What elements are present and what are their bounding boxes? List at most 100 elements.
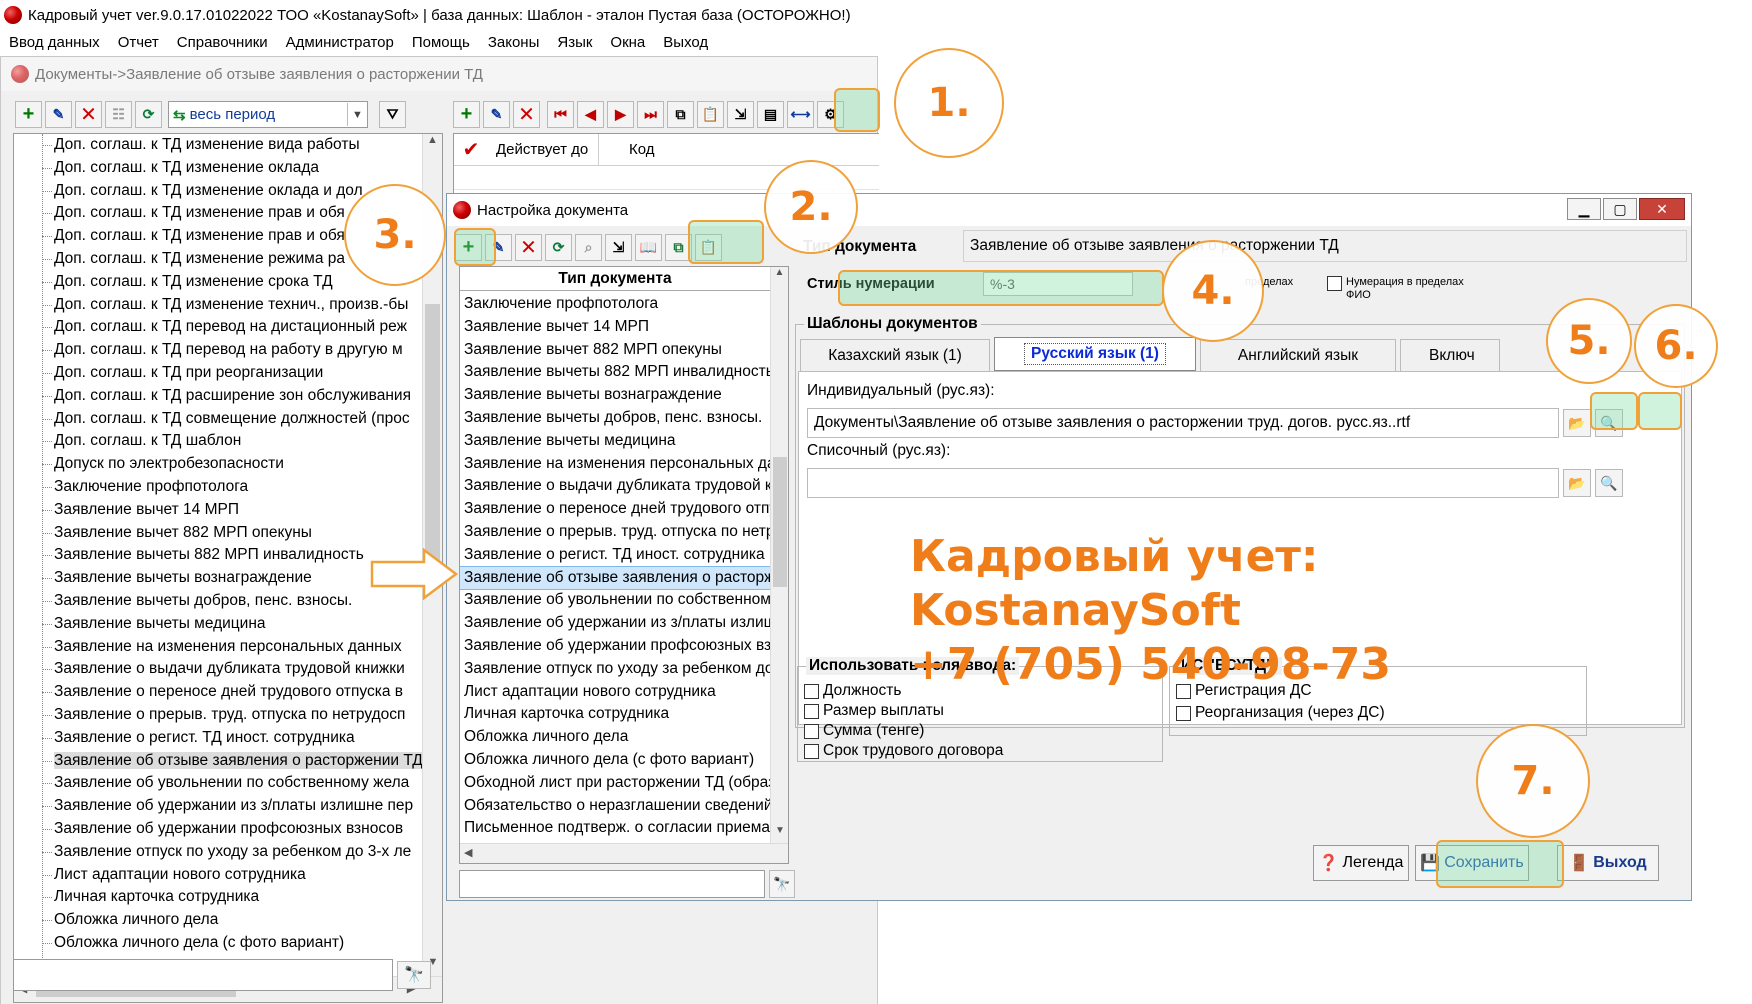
binoculars-icon[interactable]: 🔭 [397,961,431,989]
delete-icon[interactable]: ✕ [513,101,540,128]
grid-header-valid-until[interactable]: Действует до [488,141,598,158]
filter-icon[interactable]: ⛛ [379,101,406,128]
resize-icon[interactable]: ⟷ [787,101,814,128]
tab-include[interactable]: Включ [1400,339,1500,371]
tree-item[interactable]: Доп. соглаш. к ТД при реорганизации [14,362,424,385]
list-item[interactable]: Заявление вычеты добров, пенс. взносы. [460,407,770,430]
tree-item[interactable]: Обложка личного дела (с фото вариант) [14,932,424,955]
list-item[interactable]: Заявление о выдачи дубликата трудовой кн… [460,475,770,498]
tree-item[interactable]: Заявление об увольнении по собственному … [14,772,424,795]
list-item[interactable]: Обложка личного дела (с фото вариант) [460,749,770,772]
scroll-up-icon[interactable]: ▲ [423,134,442,154]
menu-item-exit[interactable]: Выход [654,34,717,51]
list-item[interactable]: Заявление об удержании профсоюзных взнос… [460,635,770,658]
tree-item[interactable]: Доп. соглаш. к ТД совмещение должностей … [14,408,424,431]
open-folder-icon[interactable]: 📂 [1563,409,1591,437]
refresh-icon[interactable]: ⟳ [545,234,572,261]
tree-item[interactable]: Лист адаптации нового сотрудника [14,864,424,887]
checkbox-box[interactable] [804,703,819,719]
chevron-down-icon[interactable]: ▼ [347,103,367,126]
close-icon[interactable]: ✕ [1639,198,1685,220]
search-icon[interactable]: ⌕ [575,234,602,261]
add-icon[interactable]: + [15,101,42,128]
tree-item[interactable]: Заявление отпуск по уходу за ребенком до… [14,841,424,864]
prev-record-icon[interactable]: ◀ [577,101,604,128]
tree-item[interactable]: Доп. соглаш. к ТД перевод на дистационны… [14,316,424,339]
tree-item[interactable]: Заявление на изменения персональных данн… [14,636,424,659]
tree-item[interactable]: Заявление о прерыв. труд. отпуска по нет… [14,704,424,727]
grid-icon[interactable]: ☷ [105,101,132,128]
tree-item[interactable]: Доп. соглаш. к ТД изменение оклада [14,157,424,180]
menu-item-laws[interactable]: Законы [479,34,549,51]
document-icon[interactable]: ▤ [757,101,784,128]
delete-icon[interactable]: ✕ [515,234,542,261]
tree-item[interactable]: Заявление вычеты добров, пенс. взносы. [14,590,424,613]
list-item[interactable]: Заявление отпуск по уходу за ребенком до… [460,658,770,681]
list-item[interactable]: Заявление вычет 882 МРП опекуны [460,339,770,362]
tree-item[interactable]: Заявление вычет 14 МРП [14,499,424,522]
book-icon[interactable]: 📖 [635,234,662,261]
checkbox-box[interactable] [1176,705,1191,721]
menu-item-help[interactable]: Помощь [403,34,479,51]
list-item[interactable]: Заявление вычеты медицина [460,430,770,453]
checkbox-box[interactable] [804,723,819,739]
tree-item[interactable]: Личная карточка сотрудника [14,886,424,909]
list-item[interactable]: Заявление об удержании из з/платы излишн… [460,612,770,635]
scroll-left-icon[interactable]: ◀ [464,846,472,859]
tree-item[interactable]: Заявление вычеты 882 МРП инвалидность [14,544,424,567]
tree-item[interactable]: Доп. соглаш. к ТД изменение вида работы [14,134,424,157]
checkbox-box[interactable] [804,743,819,759]
menu-item-windows[interactable]: Окна [601,34,654,51]
tree-item[interactable]: Заявление о выдачи дубликата трудовой кн… [14,658,424,681]
export-icon[interactable]: ⇲ [727,101,754,128]
menu-item-language[interactable]: Язык [548,34,601,51]
edit-icon[interactable]: ✎ [483,101,510,128]
list-item[interactable]: Обязательство о неразглашении сведений, … [460,795,770,818]
checkbox-box[interactable] [804,683,819,699]
tree-item[interactable]: Доп. соглаш. к ТД расширение зон обслужи… [14,385,424,408]
tree-item[interactable]: Заключение профпотолога [14,476,424,499]
tree-item[interactable]: Заявление вычеты вознаграждение [14,567,424,590]
tree-item[interactable]: Заявление о регист. ТД иност. сотрудника [14,727,424,750]
numbering-fio-checkbox[interactable]: Нумерация в пределах ФИО [1327,276,1486,302]
copy-icon[interactable]: ⧉ [667,101,694,128]
paste-icon[interactable]: 📋 [697,101,724,128]
menu-item-input[interactable]: Ввод данных [0,34,109,51]
list-item[interactable]: Заявление об увольнении по собственному … [460,589,770,612]
add-icon[interactable]: + [453,101,480,128]
delete-icon[interactable]: ✕ [75,101,102,128]
minimize-icon[interactable]: ▁ [1567,198,1601,220]
list-horizontal-scrollbar[interactable]: ◀ [460,843,788,863]
list-item[interactable]: Письменное подтверж. о согласии приема н… [460,817,770,840]
tree-item[interactable]: Доп. соглаш. к ТД шаблон [14,430,424,453]
field-amount-checkbox[interactable]: Сумма (тенге) [804,721,924,741]
tree-item[interactable]: Заявление об удержании из з/платы излишн… [14,795,424,818]
first-record-icon[interactable]: ⏮ [547,101,574,128]
exit-button[interactable]: 🚪 Выход [1557,845,1659,881]
tree-search-input[interactable] [13,959,393,991]
list-item[interactable]: Лист адаптации нового сотрудника [460,681,770,704]
tab-kazakh[interactable]: Казахский язык (1) [800,339,990,371]
tree-item[interactable]: Заявление об отзыве заявления о расторже… [14,750,424,773]
tree-item[interactable]: Заявление о переносе дней трудового отпу… [14,681,424,704]
checkbox-box[interactable] [1327,276,1342,291]
list-item[interactable]: Личная карточка сотрудника [460,703,770,726]
menu-item-directories[interactable]: Справочники [168,34,277,51]
list-item[interactable]: Заявление на изменения персональных данн… [460,453,770,476]
maximize-icon[interactable]: ▢ [1603,198,1637,220]
list-item[interactable]: Заявление вычет 14 МРП [460,316,770,339]
tree-item[interactable]: Заявление об удержании профсоюзных взнос… [14,818,424,841]
grid-header-code[interactable]: Код [598,133,655,166]
list-item[interactable]: Заключение профпотолога [460,293,770,316]
field-contract-term-checkbox[interactable]: Срок трудового договора [804,741,1003,761]
doc-type-field[interactable]: Заявление об отзыве заявления о расторже… [963,230,1687,262]
list-item[interactable]: Заявление о переносе дней трудового отпу… [460,498,770,521]
document-type-search-input[interactable] [459,870,765,898]
scroll-thumb[interactable] [773,457,787,587]
list-template-field[interactable] [807,468,1559,498]
scroll-up-icon[interactable]: ▲ [771,267,788,285]
menu-item-admin[interactable]: Администратор [277,34,403,51]
legend-button[interactable]: ❓ Легенда [1313,845,1409,881]
tree-item[interactable]: Допуск по электробезопасности [14,453,424,476]
list-item[interactable]: Обходной лист при расторжении ТД (образе… [460,772,770,795]
